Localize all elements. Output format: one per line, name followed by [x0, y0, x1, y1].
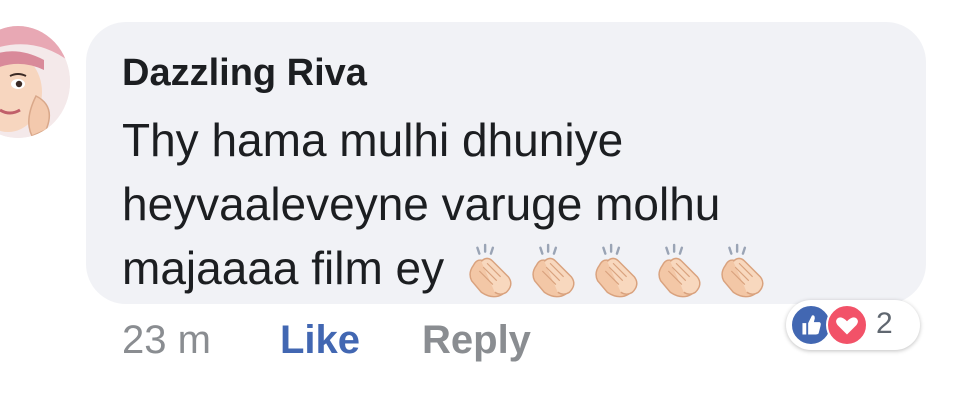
comment-line-text: majaaaa film ey — [122, 242, 445, 294]
clapping-hands-icon — [712, 242, 770, 300]
reaction-summary[interactable]: 2 — [786, 300, 920, 350]
comment-timestamp[interactable]: 23 m — [122, 318, 211, 363]
like-button[interactable]: Like — [280, 318, 360, 363]
comment-line: heyvaaleveyne varuge molhu — [122, 178, 721, 230]
reply-button[interactable]: Reply — [422, 318, 531, 363]
clapping-hands-icon — [649, 242, 707, 300]
avatar[interactable] — [0, 26, 70, 138]
reaction-count: 2 — [876, 307, 893, 340]
comment-line-last: majaaaa film ey — [122, 236, 882, 304]
clapping-hands-icon — [460, 242, 518, 300]
comment-text: Thy hama mulhi dhuniye heyvaaleveyne var… — [122, 108, 882, 304]
love-reaction-icon — [826, 304, 868, 346]
comment-line: Thy hama mulhi dhuniye — [122, 114, 624, 166]
comment-bubble: Dazzling Riva Thy hama mulhi dhuniye hey… — [86, 22, 926, 304]
clapping-hands-icon — [586, 242, 644, 300]
clapping-hands-icon — [523, 242, 581, 300]
comment-author[interactable]: Dazzling Riva — [122, 52, 367, 95]
avatar-image — [0, 26, 70, 138]
clap-emoji-group — [460, 235, 775, 300]
